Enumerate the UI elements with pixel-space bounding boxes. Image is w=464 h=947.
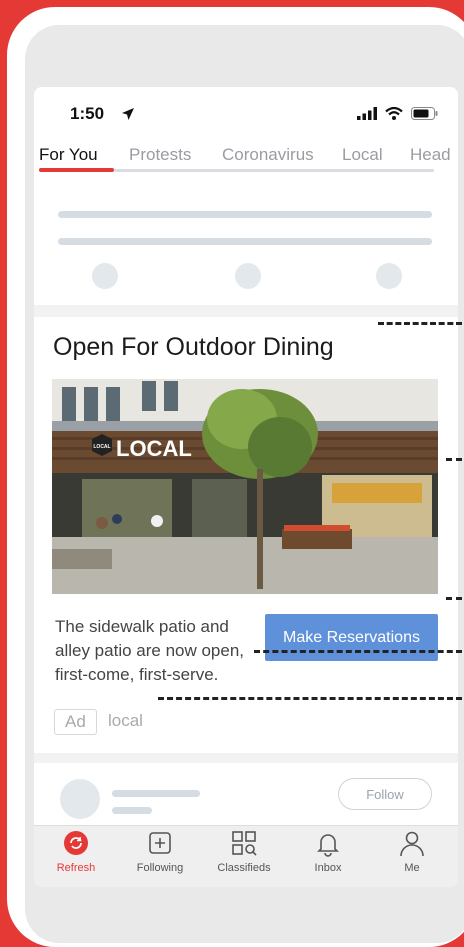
ad-badge: Ad — [54, 709, 97, 735]
person-icon — [400, 831, 424, 857]
annotation-dash-description — [254, 650, 462, 653]
ad-source[interactable]: local — [108, 711, 143, 731]
skeleton-dot — [376, 263, 402, 289]
tab-for-you[interactable]: For You — [39, 145, 98, 165]
app-screen: 1:50 For You Protests Coronavirus Local … — [34, 87, 458, 887]
wifi-icon — [385, 107, 403, 120]
bottom-nav: Refresh Following Classifieds Inbox Me — [34, 825, 458, 887]
nav-label: Me — [404, 862, 420, 874]
signal-icon — [357, 107, 377, 120]
classifieds-icon — [232, 831, 257, 856]
follow-button[interactable]: Follow — [338, 778, 432, 810]
nav-label: Classifieds — [217, 862, 271, 874]
nav-label: Following — [136, 862, 184, 874]
annotation-dash-source — [158, 697, 462, 700]
nav-label: Refresh — [56, 862, 96, 874]
nav-following[interactable]: Following — [118, 826, 202, 887]
tab-scroll-track — [114, 169, 434, 172]
annotation-dash-cta — [446, 597, 462, 600]
phone-frame: 1:50 For You Protests Coronavirus Local … — [7, 7, 464, 947]
restaurant-photo: LOCAL LOCAL — [52, 379, 438, 594]
sponsored-ad-card[interactable]: Open For Outdoor Dining LOCAL LOCAL The … — [34, 317, 458, 753]
phone-inner: 1:50 For You Protests Coronavirus Local … — [25, 25, 464, 943]
refresh-icon — [64, 831, 88, 855]
nav-label: Inbox — [314, 862, 342, 874]
status-bar: 1:50 — [34, 87, 458, 135]
sign-text: LOCAL — [116, 436, 192, 461]
status-time: 1:50 — [70, 104, 105, 123]
tab-coronavirus[interactable]: Coronavirus — [222, 145, 314, 165]
status-icons — [357, 107, 438, 120]
skeleton-dot — [235, 263, 261, 289]
location-arrow-icon — [122, 108, 134, 120]
nav-refresh[interactable]: Refresh — [34, 826, 118, 887]
skeleton-dot — [92, 263, 118, 289]
tab-head[interactable]: Head — [410, 145, 450, 165]
ad-description: The sidewalk patio and alley patio are n… — [55, 617, 245, 684]
battery-icon — [411, 107, 438, 120]
avatar — [60, 779, 100, 819]
annotation-dash-title — [378, 322, 462, 325]
skeleton-line — [112, 790, 200, 797]
placeholder-card — [34, 187, 458, 305]
skeleton-line — [58, 211, 432, 218]
annotation-dash-image — [446, 458, 462, 461]
nav-classifieds[interactable]: Classifieds — [202, 826, 286, 887]
plus-square-icon — [149, 832, 171, 854]
skeleton-line — [112, 807, 152, 814]
make-reservations-button[interactable]: Make Reservations — [265, 614, 438, 661]
skeleton-line — [58, 238, 432, 245]
ad-image[interactable]: LOCAL LOCAL — [52, 379, 438, 594]
tab-active-indicator — [39, 168, 114, 172]
ad-title: Open For Outdoor Dining — [53, 333, 334, 361]
tab-protests[interactable]: Protests — [129, 145, 191, 165]
tab-local[interactable]: Local — [342, 145, 383, 165]
nav-me[interactable]: Me — [370, 826, 454, 887]
logo-small-text: LOCAL — [93, 444, 110, 450]
nav-inbox[interactable]: Inbox — [286, 826, 370, 887]
bell-icon — [317, 834, 339, 857]
category-tabs: For You Protests Coronavirus Local Head — [34, 135, 458, 187]
